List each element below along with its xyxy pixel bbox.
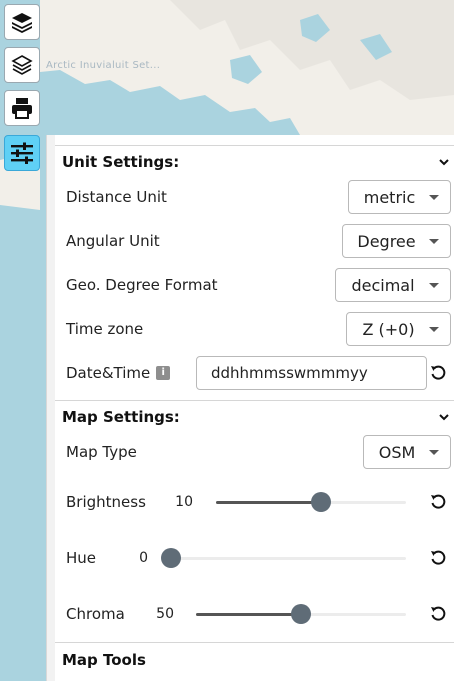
map-place-label: Arctic Inuvialuit Set...: [46, 60, 161, 71]
settings-panel: Unit Settings: Distance Unit metric Angu…: [46, 135, 454, 681]
chevron-down-icon[interactable]: [438, 156, 450, 168]
brightness-slider[interactable]: [216, 492, 406, 512]
date-time-label: Date&Time: [66, 364, 151, 382]
info-icon[interactable]: i: [156, 366, 171, 380]
map-type-select[interactable]: OSM: [363, 435, 451, 469]
caret-down-icon: [429, 239, 439, 244]
hue-slider[interactable]: [161, 548, 406, 568]
distance-unit-label: Distance Unit: [66, 188, 167, 206]
section-divider: [55, 642, 454, 643]
caret-down-icon: [429, 195, 439, 200]
distance-unit-select[interactable]: metric: [348, 180, 451, 214]
reset-icon[interactable]: [429, 605, 447, 623]
layers-icon: [12, 13, 32, 33]
brightness-value: 10: [175, 494, 193, 510]
angular-unit-select[interactable]: Degree: [342, 224, 451, 258]
geo-degree-format-value: decimal: [351, 275, 415, 295]
printer-icon: [12, 98, 32, 119]
brightness-slider-fill: [216, 501, 321, 504]
geo-degree-format-select[interactable]: decimal: [335, 268, 451, 302]
hue-value: 0: [139, 550, 148, 566]
brightness-label: Brightness: [66, 493, 146, 511]
map-settings-title: Map Settings:: [62, 408, 180, 426]
map-type-label: Map Type: [66, 443, 137, 461]
caret-down-icon: [429, 283, 439, 288]
unit-settings-title: Unit Settings:: [62, 153, 180, 171]
layers-button[interactable]: [4, 4, 40, 40]
reset-icon[interactable]: [429, 493, 447, 511]
chroma-slider[interactable]: [196, 604, 406, 624]
reset-icon[interactable]: [429, 549, 447, 567]
section-divider: [55, 400, 454, 401]
map-tools-header[interactable]: Map Tools: [62, 646, 450, 674]
layers-outline-button[interactable]: [4, 47, 40, 83]
hue-label: Hue: [66, 549, 97, 567]
panel-top-divider: [55, 145, 454, 146]
date-time-format-input[interactable]: [196, 356, 427, 390]
reset-icon[interactable]: [429, 364, 447, 382]
angular-unit-value: Degree: [357, 231, 416, 251]
map-tools-title: Map Tools: [62, 651, 146, 669]
chroma-slider-thumb[interactable]: [291, 604, 311, 624]
distance-unit-value: metric: [363, 187, 416, 207]
brightness-slider-thumb[interactable]: [310, 492, 331, 512]
time-zone-value: Z (+0): [362, 319, 415, 339]
chroma-slider-fill: [196, 613, 301, 616]
time-zone-select[interactable]: Z (+0): [346, 312, 451, 346]
unit-settings-header[interactable]: Unit Settings:: [62, 148, 450, 176]
geo-degree-format-label: Geo. Degree Format: [66, 276, 218, 294]
sliders-icon: [11, 142, 33, 164]
layers-outline-icon: [11, 55, 33, 75]
map-settings-header[interactable]: Map Settings:: [62, 403, 450, 431]
hue-slider-thumb[interactable]: [161, 548, 181, 568]
angular-unit-label: Angular Unit: [66, 232, 160, 250]
print-button[interactable]: [4, 90, 40, 126]
chevron-down-icon[interactable]: [438, 411, 450, 423]
settings-button[interactable]: [4, 135, 40, 171]
time-zone-label: Time zone: [66, 320, 144, 338]
date-time-label-row: Date&Time i: [66, 362, 171, 384]
map-type-value: OSM: [378, 442, 416, 462]
caret-down-icon: [429, 450, 439, 455]
caret-down-icon: [429, 327, 439, 332]
chroma-value: 50: [156, 606, 174, 622]
chroma-label: Chroma: [66, 605, 125, 623]
